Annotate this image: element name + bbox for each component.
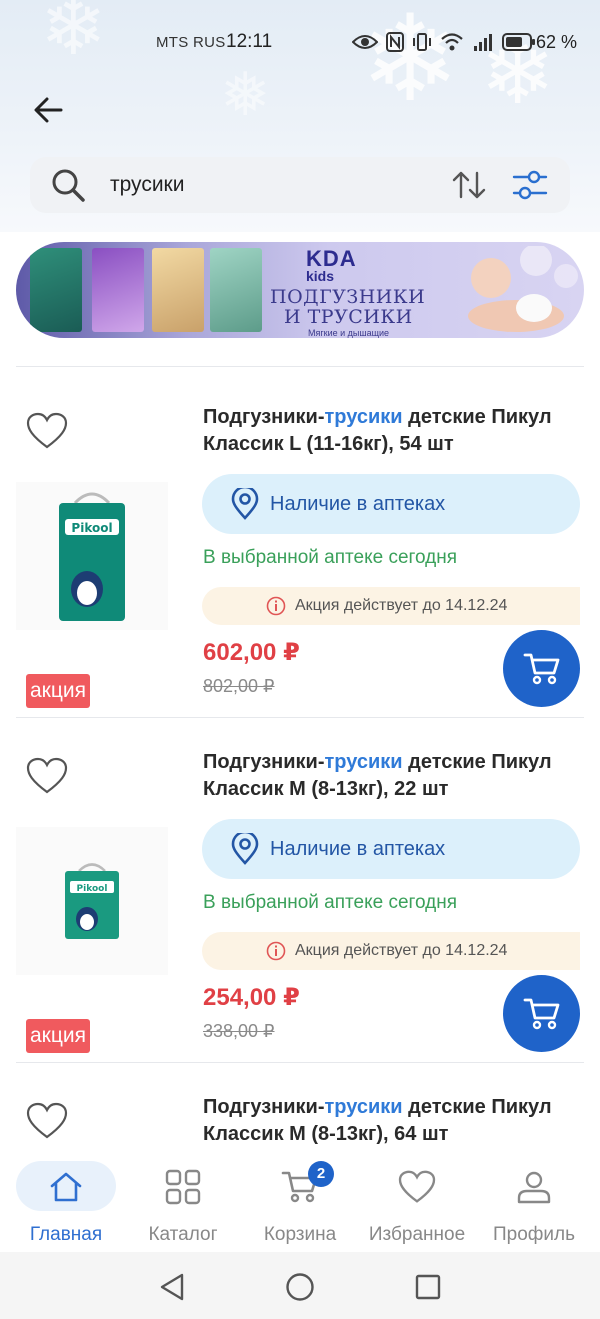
carrier-name: MTS RUS xyxy=(156,33,226,51)
product-card[interactable]: Pikool акция Подгузники-трусики детские … xyxy=(0,717,600,1062)
clock: 12:11 xyxy=(226,31,273,52)
stock-status: В выбранной аптеке сегодня xyxy=(203,547,458,568)
promo-note: Акция действует до 14.12.24 xyxy=(202,587,580,625)
brand-sub: kids xyxy=(306,268,335,284)
title-highlight: трусики xyxy=(324,751,403,773)
divider xyxy=(16,366,584,367)
nav-favorites-label: Избранное xyxy=(368,1224,466,1245)
recents-square-icon[interactable] xyxy=(414,1272,442,1302)
banner-title-line1: ПОДГУЗНИКИ xyxy=(270,286,426,308)
product-pack-image xyxy=(210,248,262,332)
availability-label: Наличие в аптеках xyxy=(270,493,446,515)
info-icon xyxy=(266,596,286,616)
pharmacy-availability-button[interactable]: Наличие в аптеках xyxy=(202,819,580,879)
banner-subtitle: Мягкие и дышащие xyxy=(308,328,390,338)
nav-cart-label: Корзина xyxy=(263,1224,337,1245)
title-highlight: трусики xyxy=(324,406,403,428)
promo-note-text: Акция действует до 14.12.24 xyxy=(295,597,508,614)
svg-text:Pikool: Pikool xyxy=(71,521,112,535)
price: 602,00 ₽ xyxy=(203,639,300,666)
nav-profile-label: Профиль xyxy=(492,1224,576,1245)
heart-icon xyxy=(398,1170,436,1203)
product-title[interactable]: Подгузники-трусики детские Пикул Классик… xyxy=(203,404,583,458)
banner-title-line2: И ТРУСИКИ xyxy=(284,306,413,328)
title-highlight: трусики xyxy=(324,1096,403,1118)
availability-label: Наличие в аптеках xyxy=(270,838,446,860)
vibrate-icon xyxy=(413,33,431,51)
nav-catalog-label: Каталог xyxy=(148,1224,218,1245)
title-prefix: Подгузники- xyxy=(203,751,325,773)
arrow-left-icon xyxy=(34,97,63,123)
price: 254,00 ₽ xyxy=(203,984,300,1011)
promo-tag: акция xyxy=(26,674,90,708)
old-price: 338,00 ₽ xyxy=(203,1021,275,1041)
nav-home-label: Главная xyxy=(29,1224,103,1245)
signal-icon xyxy=(474,34,492,51)
stock-status: В выбранной аптеке сегодня xyxy=(203,892,458,913)
nfc-icon xyxy=(386,32,404,52)
home-icon xyxy=(50,1172,82,1202)
heart-icon[interactable] xyxy=(26,1102,68,1140)
wifi-icon xyxy=(441,33,463,51)
info-icon xyxy=(266,941,286,961)
eye-icon xyxy=(352,35,378,49)
baby-image xyxy=(468,246,578,332)
user-icon xyxy=(517,1171,551,1204)
product-card[interactable]: Подгузники-трусики детские Пикул Классик… xyxy=(0,1062,600,1150)
diaper-pack-image: Pikool xyxy=(65,863,119,939)
grid-icon xyxy=(165,1169,201,1205)
search-input[interactable] xyxy=(110,167,410,203)
title-prefix: Подгузники- xyxy=(203,406,325,428)
location-pin-icon xyxy=(231,488,259,520)
bottom-navigation: Главная Каталог Корзина Избранное Профил… xyxy=(0,1150,600,1252)
promo-banner[interactable]: KDA kids ПОДГУЗНИКИ И ТРУСИКИ Мягкие и д… xyxy=(16,242,584,338)
nav-home[interactable]: Главная xyxy=(6,1150,126,1252)
cart-icon xyxy=(523,653,559,684)
product-pack-image xyxy=(92,248,144,332)
product-image[interactable]: Pikool xyxy=(16,482,168,630)
product-title[interactable]: Подгузники-трусики детские Пикул Классик… xyxy=(203,749,583,803)
add-to-cart-button[interactable] xyxy=(503,975,580,1052)
snowflake-decoration: ❅ xyxy=(220,60,271,130)
promo-note-text: Акция действует до 14.12.24 xyxy=(295,942,508,959)
add-to-cart-button[interactable] xyxy=(503,630,580,707)
location-pin-icon xyxy=(231,833,259,865)
product-pack-image xyxy=(30,248,82,332)
cart-count-badge: 2 xyxy=(308,1161,334,1187)
diaper-pack-image: Pikool xyxy=(59,492,125,621)
search-bar xyxy=(30,157,570,213)
svg-text:Pikool: Pikool xyxy=(77,884,108,894)
search-icon[interactable] xyxy=(50,167,86,203)
nav-profile[interactable]: Профиль xyxy=(474,1150,594,1252)
product-image[interactable]: Pikool xyxy=(16,827,168,975)
cart-icon xyxy=(523,998,559,1029)
sort-icon[interactable] xyxy=(452,169,486,201)
promo-note: Акция действует до 14.12.24 xyxy=(202,932,580,970)
old-price: 802,00 ₽ xyxy=(203,676,275,696)
product-card[interactable]: Pikool акция Подгузники-трусики детские … xyxy=(0,372,600,717)
heart-icon[interactable] xyxy=(26,412,68,450)
battery-percent: 62 % xyxy=(536,31,578,52)
nav-cart[interactable]: Корзина xyxy=(240,1150,360,1252)
battery-icon xyxy=(502,33,535,51)
nav-catalog[interactable]: Каталог xyxy=(123,1150,243,1252)
product-title[interactable]: Подгузники-трусики детские Пикул Классик… xyxy=(203,1094,583,1148)
status-icons xyxy=(352,32,536,52)
nav-favorites[interactable]: Избранное xyxy=(357,1150,477,1252)
promo-tag: акция xyxy=(26,1019,90,1053)
system-navigation-bar xyxy=(0,1252,600,1319)
filter-icon[interactable] xyxy=(512,169,548,201)
home-circle-icon[interactable] xyxy=(285,1272,315,1302)
heart-icon[interactable] xyxy=(26,757,68,795)
product-pack-image xyxy=(152,248,204,332)
status-bar: MTS RUS 12:11 62 % xyxy=(0,26,600,58)
snowflake-decoration: ❄ xyxy=(360,0,461,129)
back-button[interactable] xyxy=(28,90,68,130)
title-prefix: Подгузники- xyxy=(203,1096,325,1118)
pharmacy-availability-button[interactable]: Наличие в аптеках xyxy=(202,474,580,534)
back-triangle-icon[interactable] xyxy=(158,1272,186,1302)
